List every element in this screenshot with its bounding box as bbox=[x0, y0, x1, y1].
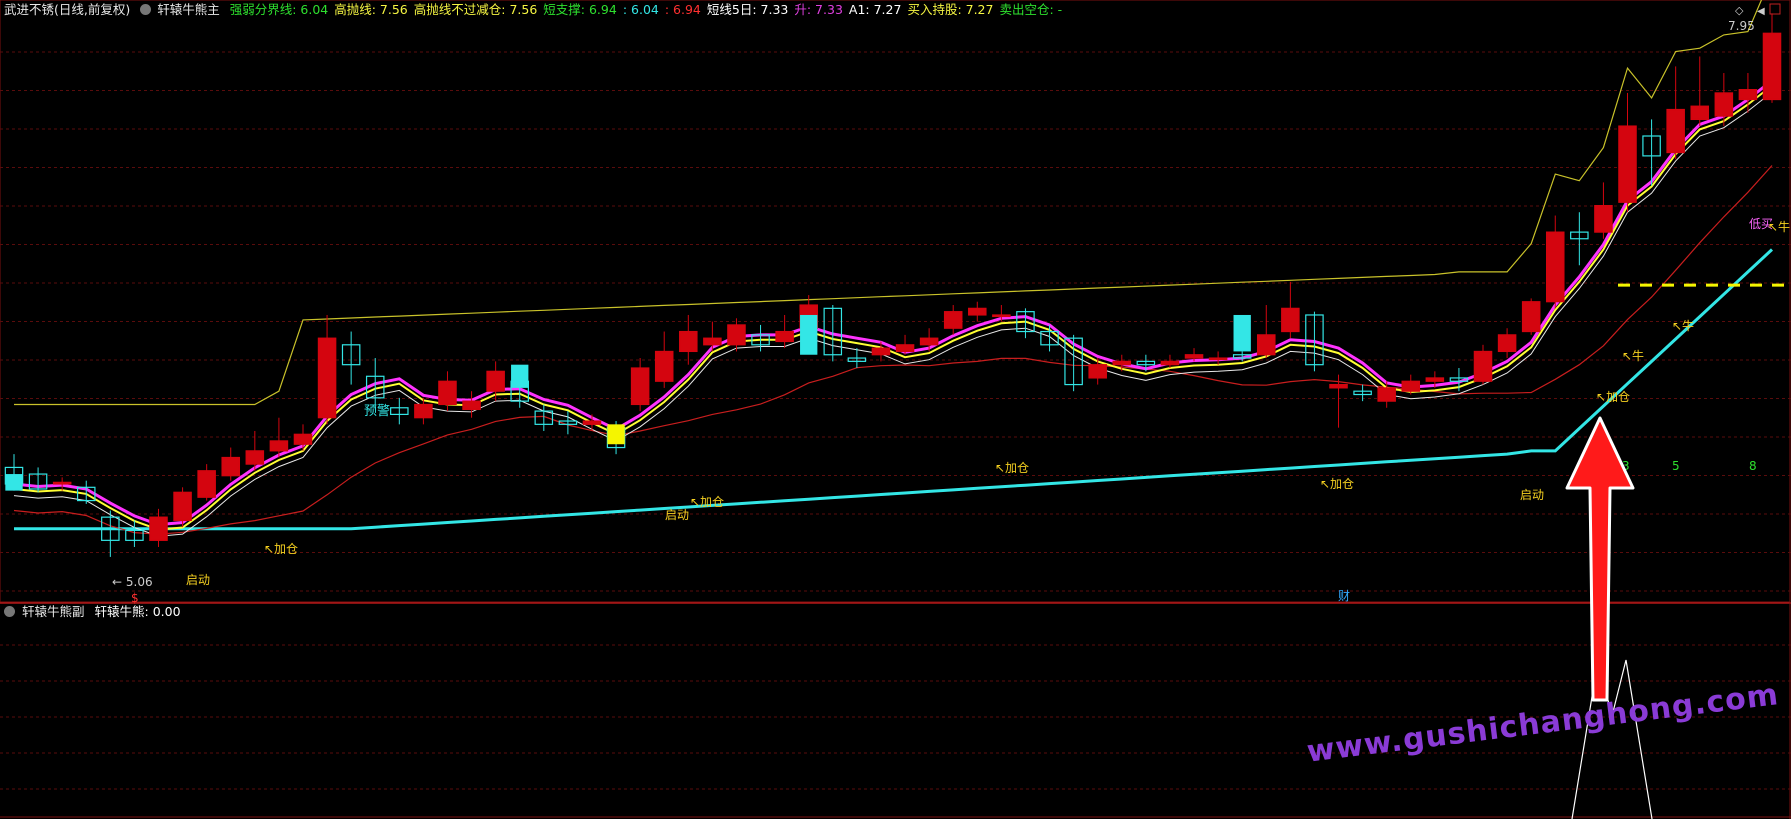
short-ma-yellow bbox=[13, 84, 1773, 531]
candle-body bbox=[317, 337, 337, 419]
candle-body bbox=[727, 324, 746, 346]
candle-body bbox=[1497, 334, 1517, 353]
candle-body bbox=[414, 403, 433, 419]
candle-body bbox=[245, 450, 265, 465]
candle-body bbox=[1281, 307, 1300, 333]
signal-box-cyan bbox=[5, 474, 23, 491]
left-arrow-icon: ◀ bbox=[1757, 6, 1765, 17]
candle-body bbox=[775, 330, 794, 343]
signal-box-yellow bbox=[607, 424, 625, 445]
candle-body bbox=[1208, 357, 1228, 361]
label-bull: ↖牛 bbox=[1622, 348, 1644, 363]
label-start: 启动 bbox=[1520, 488, 1544, 502]
short-ma-magenta bbox=[13, 79, 1773, 527]
label-add: ↖加仓 bbox=[995, 461, 1029, 475]
sub-panel-spike bbox=[1571, 659, 1653, 819]
candle-body bbox=[679, 330, 698, 353]
chart-stage: 武进不锈(日线,前复权) 轩辕牛熊主 强弱分界线: 6.04 高抛线: 7.56 高… bbox=[0, 0, 1791, 819]
label-start: 启动 bbox=[186, 573, 210, 587]
candle-body bbox=[1257, 334, 1276, 356]
candle-body bbox=[1112, 360, 1132, 366]
candle-body bbox=[1545, 231, 1565, 303]
label-add: ↖加仓 bbox=[264, 542, 298, 556]
candle-body bbox=[52, 481, 72, 485]
signal-box-cyan bbox=[511, 364, 529, 388]
candle-body bbox=[173, 491, 192, 522]
candle-body bbox=[992, 314, 1011, 318]
candlestick-chart[interactable]: 预警↖加仓启动↖加仓启动↖加仓↖加仓启动↖加仓↖牛↖牛低买↖牛财$3 5 87.95… bbox=[0, 0, 1791, 819]
candle-body bbox=[221, 456, 241, 477]
candle-body bbox=[1377, 387, 1396, 402]
candle-body bbox=[197, 470, 216, 498]
candle-body bbox=[1618, 125, 1637, 203]
candle-body bbox=[871, 347, 891, 356]
sub-indicator-title[interactable]: 轩辕牛熊副 bbox=[22, 604, 85, 619]
signal-box-cyan bbox=[800, 314, 818, 355]
signal-box-cyan bbox=[1233, 314, 1251, 352]
candle-body bbox=[1666, 108, 1685, 154]
short-ma-white bbox=[13, 91, 1773, 537]
candle-body bbox=[630, 367, 650, 406]
candle-body bbox=[1425, 377, 1445, 382]
candle-body bbox=[1088, 364, 1107, 379]
candle-body bbox=[1401, 380, 1421, 392]
candle-body bbox=[1329, 383, 1348, 389]
candle-body bbox=[582, 420, 602, 425]
candle-body bbox=[1521, 301, 1541, 333]
candle-body bbox=[1762, 32, 1782, 101]
candle-body bbox=[968, 307, 987, 316]
candle-body bbox=[293, 433, 313, 445]
collapse-icon[interactable] bbox=[4, 606, 15, 617]
support-band-line bbox=[14, 248, 1774, 531]
label-start: 启动 bbox=[665, 508, 689, 522]
candle-body bbox=[1184, 354, 1204, 359]
candle-body bbox=[149, 516, 168, 541]
candle-body bbox=[462, 400, 481, 411]
label-wealth: 财 bbox=[1338, 589, 1350, 603]
candle-body bbox=[1690, 105, 1710, 121]
candle-body bbox=[703, 337, 722, 346]
corner-box-icon bbox=[1769, 3, 1781, 15]
candle-body bbox=[269, 440, 289, 452]
candle-body bbox=[1594, 205, 1613, 233]
label-dollar: $ bbox=[131, 591, 139, 605]
label-add: ↖加仓 bbox=[1320, 477, 1354, 491]
candle-body bbox=[1714, 92, 1734, 117]
price-high-label: 7.95 bbox=[1728, 19, 1755, 33]
candle-body bbox=[1160, 360, 1180, 366]
candle-body bbox=[654, 350, 674, 382]
label-bull: ↖牛 bbox=[1672, 318, 1694, 333]
sub-indicator-label: 轩辕牛熊: bbox=[94, 604, 149, 619]
price-low-label: ← 5.06 bbox=[112, 575, 153, 589]
candle-body bbox=[895, 344, 915, 353]
axis-mark: 8 bbox=[1749, 459, 1757, 473]
sub-header: 轩辕牛熊副 轩辕牛熊: 0.00 bbox=[4, 604, 181, 620]
diamond-icon: ◇ bbox=[1735, 4, 1744, 17]
candle-body bbox=[943, 311, 963, 329]
label-add: ↖加仓 bbox=[1596, 390, 1630, 404]
candle-body bbox=[486, 370, 505, 392]
sub-indicator-value: 0.00 bbox=[152, 604, 181, 619]
candle-body bbox=[1473, 350, 1493, 382]
label-warning: 预警 bbox=[364, 403, 390, 419]
candle-body bbox=[1738, 88, 1758, 101]
label-add: ↖加仓 bbox=[690, 495, 724, 509]
axis-mark: 5 bbox=[1672, 459, 1680, 473]
candle-body bbox=[438, 380, 457, 406]
label-bull: ↖牛 bbox=[1768, 219, 1790, 234]
candle-body bbox=[919, 337, 939, 346]
